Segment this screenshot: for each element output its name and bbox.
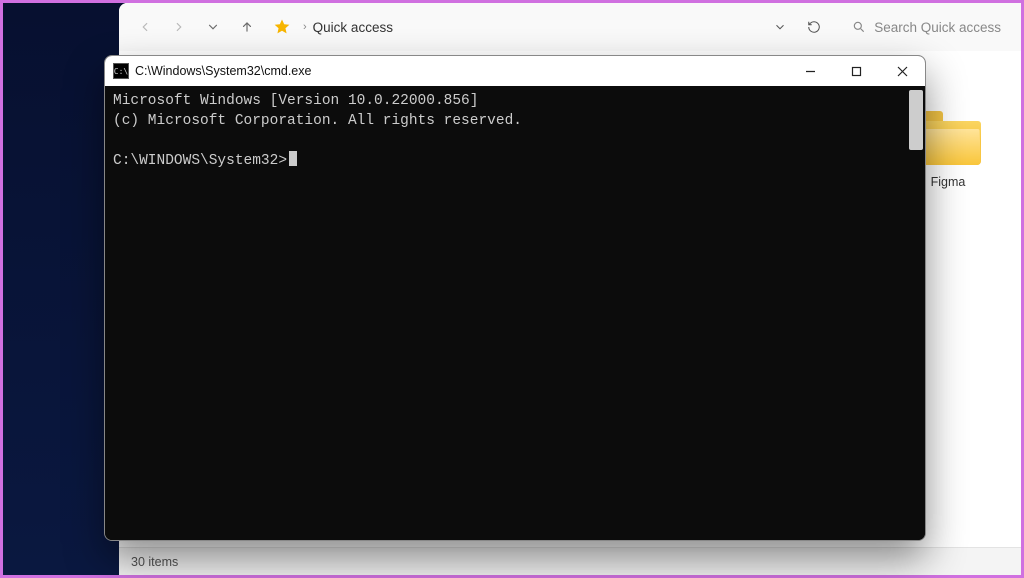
scrollbar-thumb[interactable] bbox=[909, 90, 923, 150]
back-button[interactable] bbox=[131, 13, 159, 41]
forward-button[interactable] bbox=[165, 13, 193, 41]
minimize-icon bbox=[805, 66, 816, 77]
minimize-button[interactable] bbox=[787, 56, 833, 86]
cmd-line: (c) Microsoft Corporation. All rights re… bbox=[113, 113, 522, 129]
breadcrumb-label: Quick access bbox=[313, 20, 393, 35]
close-button[interactable] bbox=[879, 56, 925, 86]
item-count: 30 items bbox=[131, 555, 178, 569]
search-icon bbox=[852, 20, 866, 34]
explorer-status-bar: 30 items bbox=[119, 547, 1021, 575]
refresh-icon bbox=[807, 20, 821, 34]
refresh-button[interactable] bbox=[800, 13, 828, 41]
chevron-down-icon bbox=[206, 20, 220, 34]
explorer-toolbar: › Quick access Search Quick access bbox=[119, 3, 1021, 51]
quick-access-star-icon bbox=[271, 16, 293, 38]
cmd-line: Microsoft Windows [Version 10.0.22000.85… bbox=[113, 93, 478, 109]
maximize-button[interactable] bbox=[833, 56, 879, 86]
cmd-prompt: C:\WINDOWS\System32> bbox=[113, 153, 287, 169]
folder-label: Figma bbox=[931, 175, 966, 189]
close-icon bbox=[897, 66, 908, 77]
breadcrumb-dropdown-button[interactable] bbox=[766, 13, 794, 41]
chevron-right-icon: › bbox=[303, 21, 307, 33]
window-title: C:\Windows\System32\cmd.exe bbox=[135, 64, 311, 78]
up-button[interactable] bbox=[233, 13, 261, 41]
chevron-down-icon bbox=[773, 20, 787, 34]
search-placeholder: Search Quick access bbox=[874, 20, 1001, 35]
arrow-up-icon bbox=[240, 20, 254, 34]
maximize-icon bbox=[851, 66, 862, 77]
recent-locations-button[interactable] bbox=[199, 13, 227, 41]
arrow-right-icon bbox=[172, 20, 186, 34]
arrow-left-icon bbox=[138, 20, 152, 34]
command-prompt-window[interactable]: C:\ C:\Windows\System32\cmd.exe Microsof… bbox=[104, 55, 926, 541]
cursor bbox=[289, 151, 297, 166]
terminal-output[interactable]: Microsoft Windows [Version 10.0.22000.85… bbox=[105, 86, 925, 540]
cmd-titlebar[interactable]: C:\ C:\Windows\System32\cmd.exe bbox=[105, 56, 925, 86]
search-input[interactable]: Search Quick access bbox=[844, 16, 1009, 39]
breadcrumb[interactable]: › Quick access bbox=[303, 20, 393, 35]
cmd-icon: C:\ bbox=[113, 63, 129, 79]
